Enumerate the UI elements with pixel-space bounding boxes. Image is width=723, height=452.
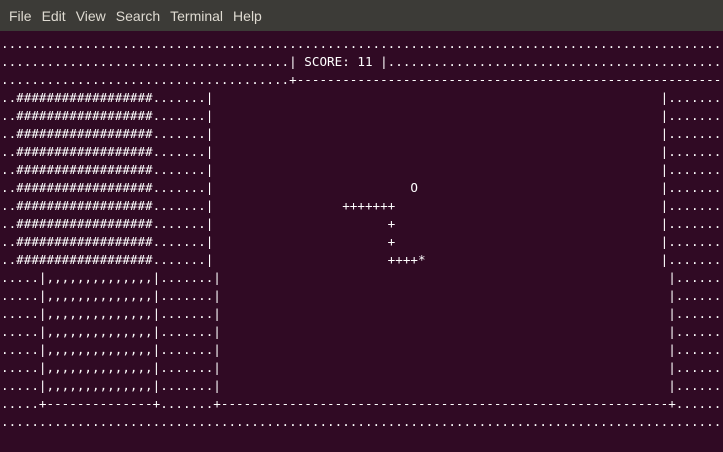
terminal-area[interactable]: ........................................… — [0, 31, 723, 452]
terminal-line: ..##################.......| + |........… — [1, 216, 723, 231]
terminal-line: .....|,,,,,,,,,,,,,,|.......| |......... — [1, 378, 723, 393]
terminal-line: ..##################.......| |......... — [1, 126, 723, 141]
terminal-line: .....|,,,,,,,,,,,,,,|.......| |......... — [1, 342, 723, 357]
menu-help[interactable]: Help — [228, 8, 267, 24]
terminal-line: ........................................… — [1, 36, 723, 51]
terminal-line: ..##################.......| |......... — [1, 90, 723, 105]
terminal-line: ..##################.......| + |........… — [1, 234, 723, 249]
terminal-line: ..##################.......| |......... — [1, 162, 723, 177]
menu-file[interactable]: File — [4, 8, 37, 24]
terminal-line: ......................................+-… — [1, 72, 723, 87]
terminal-line: ..##################.......| O |........… — [1, 180, 723, 195]
terminal-line: .....|,,,,,,,,,,,,,,|.......| |......... — [1, 270, 723, 285]
menu-terminal[interactable]: Terminal — [165, 8, 228, 24]
terminal-line: .....|,,,,,,,,,,,,,,|.......| |......... — [1, 306, 723, 321]
menu-search[interactable]: Search — [111, 8, 165, 24]
terminal-line: ........................................… — [1, 414, 723, 429]
terminal-line: .....|,,,,,,,,,,,,,,|.......| |......... — [1, 288, 723, 303]
menu-bar: File Edit View Search Terminal Help — [0, 0, 723, 31]
terminal-line: ......................................| … — [1, 54, 723, 69]
terminal-line: .....|,,,,,,,,,,,,,,|.......| |......... — [1, 324, 723, 339]
terminal-line: ..##################.......| ++++* |....… — [1, 252, 723, 267]
terminal-screen: ........................................… — [1, 35, 723, 431]
terminal-line: ..##################.......| |......... — [1, 144, 723, 159]
terminal-line: ..##################.......| |......... — [1, 108, 723, 123]
menu-view[interactable]: View — [71, 8, 111, 24]
terminal-line: ..##################.......| +++++++ |..… — [1, 198, 723, 213]
menu-edit[interactable]: Edit — [37, 8, 71, 24]
terminal-line: .....|,,,,,,,,,,,,,,|.......| |......... — [1, 360, 723, 375]
terminal-line: .....+--------------+.......+-----------… — [1, 396, 723, 411]
